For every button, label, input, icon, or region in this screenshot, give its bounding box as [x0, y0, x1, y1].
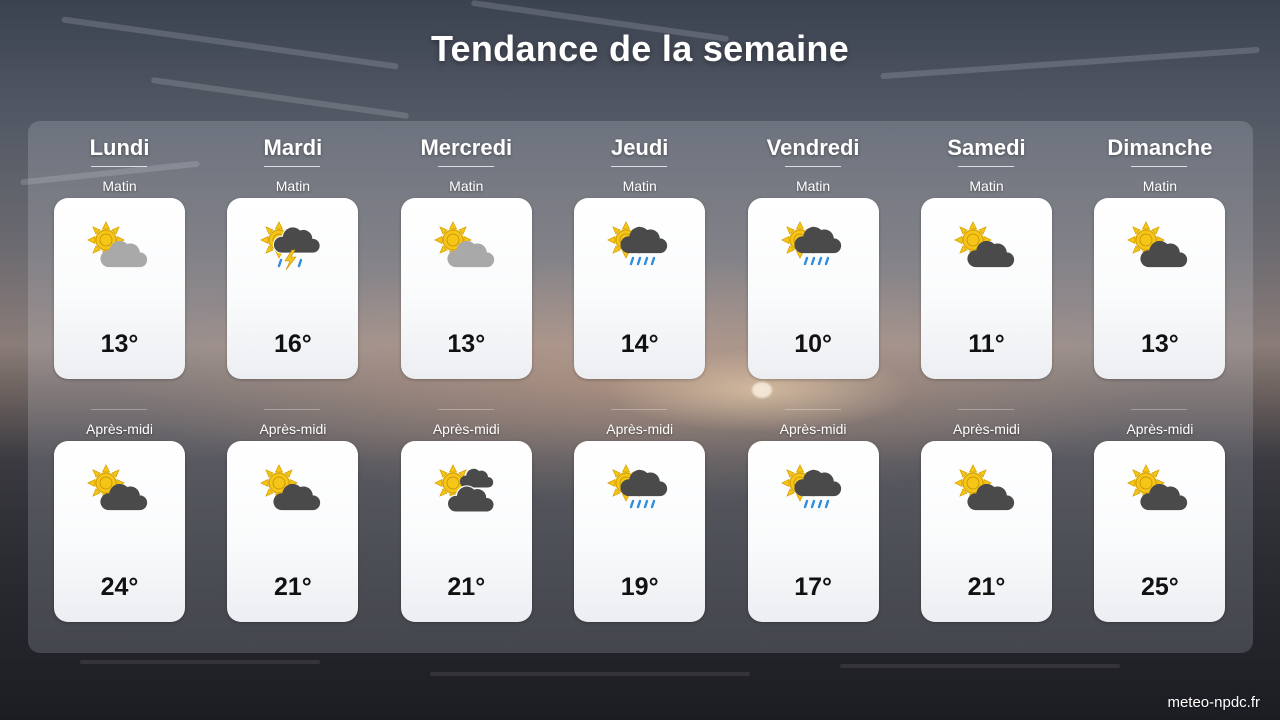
- period-label-afternoon: Après-midi: [432, 421, 500, 437]
- day-underline: [264, 166, 321, 167]
- sun-behind-light-cloud-icon: [86, 216, 152, 282]
- period-label-afternoon: Après-midi: [86, 421, 153, 437]
- day-underline: [611, 166, 668, 167]
- forecast-card-afternoon: 21°: [400, 441, 532, 622]
- forecast-card-afternoon: 17°: [747, 441, 879, 622]
- day-underline: [784, 166, 841, 167]
- divider: [437, 409, 494, 410]
- period-label-afternoon: Après-midi: [953, 421, 1020, 437]
- forecast-card-morning: 10°: [747, 198, 879, 379]
- cloud-streak: [150, 76, 410, 120]
- water-ripple: [840, 664, 1120, 668]
- period-label-morning: Matin: [1142, 178, 1177, 194]
- sun-rain-cloud-icon: [780, 459, 846, 525]
- sun-behind-dark-cloud-icon: [1126, 216, 1192, 282]
- day-column-mercredi: Mercredi Matin 13° Après-midi 21°: [400, 121, 532, 653]
- period-label-morning: Matin: [622, 178, 657, 194]
- sun-behind-two-dark-clouds-icon: [433, 459, 499, 525]
- sun-behind-dark-cloud-icon: [953, 459, 1019, 525]
- temperature: 14°: [620, 330, 659, 358]
- sun-behind-dark-cloud-icon: [953, 216, 1019, 282]
- forecast-panel: Lundi Matin 13° Après-midi 24° Mardi Mat…: [28, 121, 1253, 653]
- day-underline: [437, 166, 494, 167]
- temperature: 13°: [100, 330, 139, 358]
- water-ripple: [430, 672, 750, 676]
- divider: [264, 409, 321, 410]
- sun-thunderstorm-icon: [259, 216, 325, 282]
- day-name: Jeudi: [610, 135, 669, 160]
- temperature: 13°: [447, 330, 486, 358]
- day-underline: [958, 166, 1014, 167]
- period-label-afternoon: Après-midi: [606, 421, 674, 437]
- day-column-lundi: Lundi Matin 13° Après-midi 24°: [54, 121, 185, 653]
- day-column-jeudi: Jeudi Matin 14° Après-midi 19°: [574, 121, 706, 653]
- divider: [611, 409, 668, 410]
- temperature: 21°: [967, 573, 1006, 601]
- day-name: Lundi: [89, 135, 150, 160]
- temperature: 10°: [794, 330, 832, 358]
- sun-behind-dark-cloud-icon: [86, 459, 152, 525]
- day-column-vendredi: Vendredi Matin 10° Après-midi 17°: [747, 121, 879, 653]
- temperature: 24°: [100, 573, 139, 601]
- temperature: 19°: [620, 573, 659, 601]
- sun-rain-cloud-icon: [780, 216, 846, 282]
- period-label-afternoon: Après-midi: [1126, 421, 1194, 437]
- day-name: Dimanche: [1107, 135, 1213, 160]
- forecast-card-afternoon: 19°: [574, 441, 706, 622]
- temperature: 25°: [1140, 573, 1179, 601]
- period-label-morning: Matin: [449, 178, 484, 194]
- forecast-card-morning: 13°: [400, 198, 532, 379]
- sun-behind-dark-cloud-icon: [259, 459, 325, 525]
- forecast-card-morning: 14°: [574, 198, 706, 379]
- period-label-morning: Matin: [795, 178, 831, 194]
- day-name: Vendredi: [766, 135, 860, 160]
- day-name: Mercredi: [420, 135, 513, 160]
- day-column-samedi: Samedi Matin 11° Après-midi 21°: [921, 121, 1052, 653]
- sun-rain-cloud-icon: [606, 459, 672, 525]
- divider: [1131, 409, 1188, 410]
- day-underline: [1131, 166, 1188, 167]
- forecast-card-afternoon: 21°: [227, 441, 359, 622]
- day-column-mardi: Mardi Matin 16° Après-midi 21°: [227, 121, 359, 653]
- temperature: 21°: [273, 573, 312, 601]
- forecast-card-morning: 13°: [54, 198, 185, 379]
- forecast-card-afternoon: 21°: [921, 441, 1052, 622]
- sun-behind-dark-cloud-icon: [1126, 459, 1192, 525]
- day-name: Mardi: [263, 135, 323, 160]
- page-title: Tendance de la semaine: [430, 28, 850, 69]
- period-label-morning: Matin: [275, 178, 310, 194]
- day-column-dimanche: Dimanche Matin 13° Après-midi 25°: [1094, 121, 1226, 653]
- period-label-morning: Matin: [969, 178, 1004, 194]
- temperature: 16°: [273, 330, 312, 358]
- site-credit: meteo-npdc.fr: [1167, 694, 1260, 711]
- temperature: 17°: [794, 573, 832, 601]
- temperature: 13°: [1140, 330, 1179, 358]
- period-label-afternoon: Après-midi: [259, 421, 327, 437]
- forecast-card-morning: 16°: [227, 198, 359, 379]
- forecast-card-morning: 11°: [921, 198, 1052, 379]
- day-underline: [91, 166, 147, 167]
- water-ripple: [80, 660, 320, 664]
- forecast-card-afternoon: 24°: [54, 441, 185, 622]
- divider: [958, 409, 1014, 410]
- sun-rain-cloud-icon: [606, 216, 672, 282]
- period-label-afternoon: Après-midi: [779, 421, 847, 437]
- divider: [91, 409, 147, 410]
- sun-behind-light-cloud-icon: [433, 216, 499, 282]
- divider: [784, 409, 841, 410]
- forecast-card-afternoon: 25°: [1094, 441, 1226, 622]
- day-name: Samedi: [947, 135, 1026, 160]
- period-label-morning: Matin: [102, 178, 137, 194]
- forecast-card-morning: 13°: [1094, 198, 1226, 379]
- temperature: 21°: [447, 573, 486, 601]
- temperature: 11°: [968, 330, 1005, 358]
